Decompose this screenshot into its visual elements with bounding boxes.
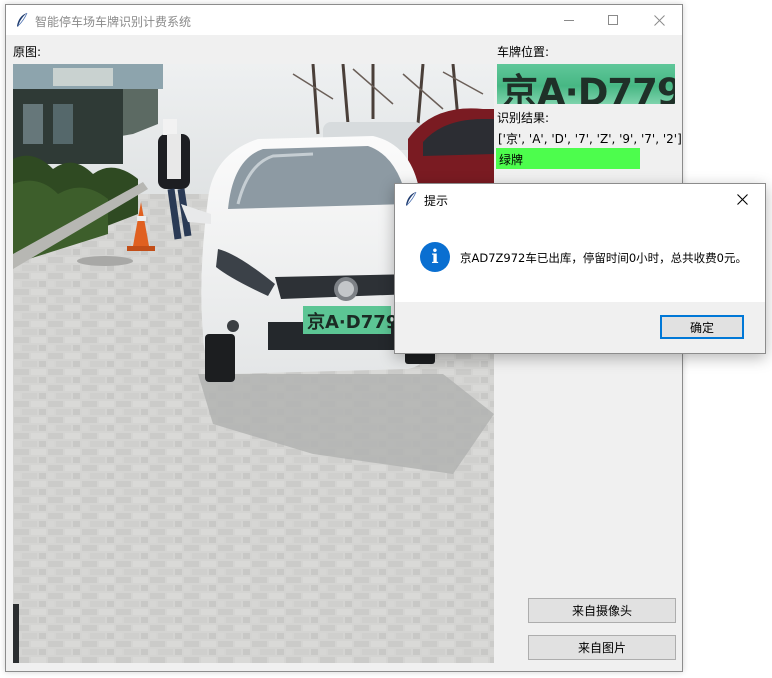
title-bar[interactable]: 智能停车场车牌识别计费系统 bbox=[6, 5, 682, 35]
feather-icon bbox=[17, 12, 28, 27]
close-button[interactable] bbox=[636, 5, 682, 35]
plate-color-badge: 绿牌 bbox=[496, 148, 640, 169]
minimize-icon bbox=[564, 20, 574, 21]
dialog-title: 提示 bbox=[424, 194, 449, 208]
plate-crop-text: 京A·D77972 bbox=[501, 71, 675, 104]
from-image-button[interactable]: 来自图片 bbox=[528, 635, 676, 660]
dialog-message: 京AD7Z972车已出库，停留时间0小时，总共收费0元。 bbox=[460, 251, 747, 265]
ok-button[interactable]: 确定 bbox=[660, 315, 744, 339]
close-icon bbox=[736, 193, 748, 205]
plate-position-label: 车牌位置: bbox=[497, 45, 550, 59]
dialog-title-bar[interactable]: 提示 bbox=[395, 184, 765, 214]
maximize-button[interactable] bbox=[590, 5, 636, 35]
original-image: 京A·D77972 bbox=[13, 64, 494, 663]
feather-icon bbox=[406, 191, 417, 206]
dialog-close-button[interactable] bbox=[719, 184, 765, 214]
plate-position-image: 京A·D77972 bbox=[497, 64, 675, 104]
from-camera-button[interactable]: 来自摄像头 bbox=[528, 598, 676, 623]
info-dialog: 提示 i 京AD7Z972车已出库，停留时间0小时，总共收费0元。 确定 bbox=[394, 183, 766, 354]
plate-color-label: 绿牌 bbox=[499, 153, 524, 167]
close-icon bbox=[653, 14, 665, 26]
dialog-body: i 京AD7Z972车已出库，停留时间0小时，总共收费0元。 bbox=[395, 214, 765, 302]
minimize-button[interactable] bbox=[546, 5, 592, 35]
maximize-icon bbox=[608, 15, 618, 25]
original-image-label: 原图: bbox=[13, 45, 42, 59]
window-title: 智能停车场车牌识别计费系统 bbox=[35, 15, 192, 29]
recognition-result-text: ['京', 'A', 'D', '7', 'Z', '9', '7', '2'] bbox=[498, 132, 682, 146]
recognition-result-label: 识别结果: bbox=[497, 111, 550, 125]
info-icon: i bbox=[420, 242, 450, 272]
